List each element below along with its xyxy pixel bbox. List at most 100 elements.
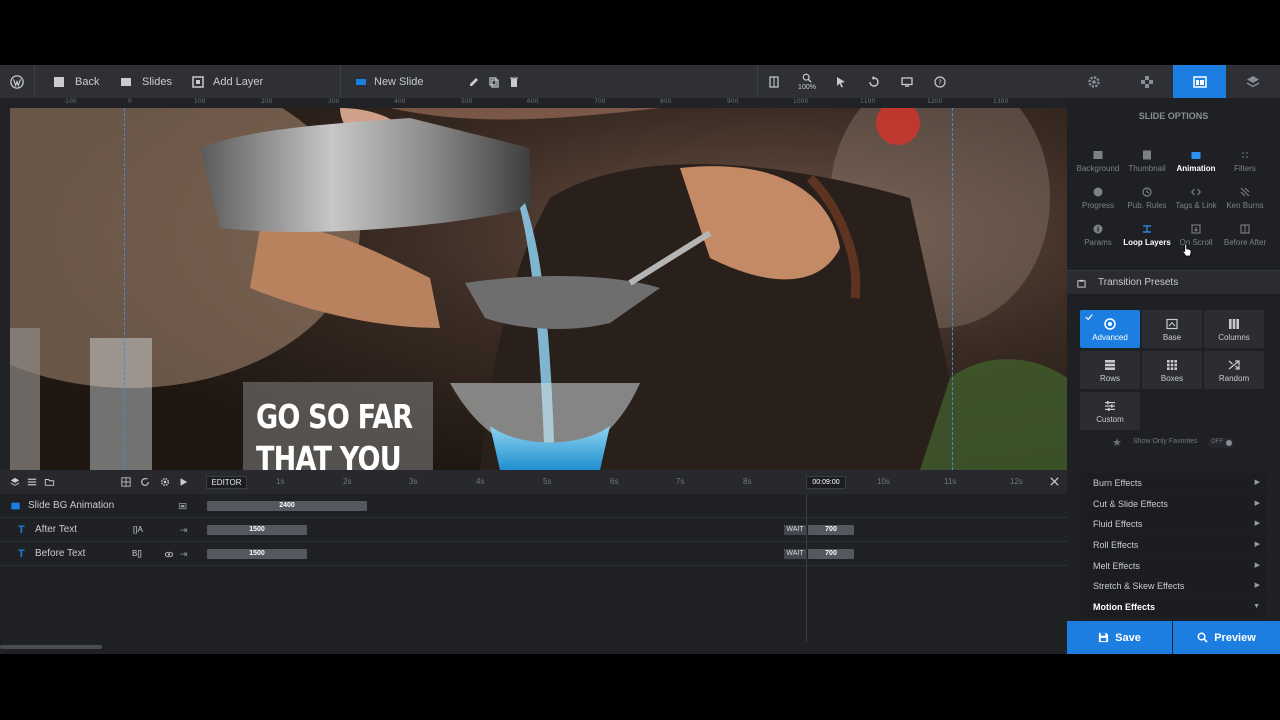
option-ken-burns[interactable]: Ken Burns (1220, 187, 1270, 210)
image-stack-icon[interactable] (178, 502, 188, 511)
zoom-level: 100% (798, 83, 816, 91)
select-tool-button[interactable] (824, 65, 858, 98)
preset-columns[interactable]: Columns (1204, 310, 1264, 348)
playhead-marker[interactable]: 00:09:00 (806, 476, 846, 489)
layer-align-badge[interactable]: []A (133, 518, 143, 542)
tab-navigation[interactable] (1120, 65, 1173, 98)
animation-bar[interactable]: 2400 (207, 501, 367, 511)
effect-category[interactable]: Burn Effects ▶ (1081, 473, 1266, 493)
expand-arrow-icon[interactable]: ⇥ (180, 542, 188, 566)
end-animation-bar[interactable]: 700 (808, 549, 854, 559)
guides-button[interactable] (758, 65, 790, 98)
preset-advanced[interactable]: Advanced (1080, 310, 1140, 348)
zoom-button[interactable]: 100% (790, 65, 824, 98)
settings-gear-icon[interactable] (160, 477, 170, 487)
list-icon[interactable] (27, 477, 37, 487)
editor-tab[interactable]: EDITOR (206, 476, 247, 489)
thumbnail-icon (1143, 150, 1151, 160)
slide-name[interactable]: New Slide (341, 65, 461, 98)
expand-arrow-icon[interactable]: ⇥ (180, 518, 188, 542)
option-tags-link[interactable]: Tags & Link (1171, 187, 1221, 210)
option-on-scroll[interactable]: On Scroll (1171, 224, 1221, 247)
effect-category[interactable]: Roll Effects ▶ (1081, 535, 1266, 555)
effect-category[interactable]: Fluid Effects ▶ (1081, 514, 1266, 534)
option-filters[interactable]: Filters (1220, 150, 1270, 173)
option-label: Ken Burns (1226, 201, 1264, 210)
layer-align-badge[interactable]: B[] (132, 542, 142, 566)
wait-badge[interactable]: WAIT (784, 549, 806, 559)
wait-badge[interactable]: WAIT (784, 525, 806, 535)
timeline-horizontal-scrollbar[interactable] (0, 645, 102, 649)
slide-canvas[interactable]: GO SO FAR THAT YOU (10, 108, 1067, 470)
option-label: Filters (1234, 164, 1256, 173)
option-animation[interactable]: Animation (1171, 150, 1221, 173)
option-thumbnail[interactable]: Thumbnail (1122, 150, 1172, 173)
effect-category[interactable]: Stretch & Skew Effects ▶ (1081, 576, 1266, 596)
transition-presets-header[interactable]: Transition Presets (1067, 270, 1280, 294)
preset-rows[interactable]: Rows (1080, 351, 1140, 389)
undo-button[interactable] (858, 65, 890, 98)
loop-icon[interactable] (140, 477, 150, 487)
time-mark: 3s (409, 477, 418, 486)
option-params[interactable]: Params (1073, 224, 1123, 247)
advanced-icon (1104, 318, 1116, 330)
text-layer-icon: T (18, 548, 25, 560)
wordpress-logo-button[interactable] (0, 65, 34, 98)
slide-icon (356, 78, 366, 85)
chevron-right-icon: ▶ (1254, 479, 1260, 486)
time-mark: 5s (543, 477, 552, 486)
align-icon[interactable] (121, 477, 131, 487)
tab-layer-options[interactable] (1226, 65, 1279, 98)
image-icon (1093, 151, 1103, 159)
preset-label: Advanced (1092, 333, 1128, 342)
preview-button[interactable]: Preview (1173, 621, 1280, 654)
close-icon[interactable] (1049, 476, 1060, 487)
tab-slide-options[interactable] (1173, 65, 1226, 98)
effect-category[interactable]: Cut & Slide Effects ▶ (1081, 494, 1266, 514)
animation-bar[interactable]: 1500 (207, 549, 307, 559)
slides-button[interactable]: Slides (118, 65, 190, 98)
help-button[interactable]: ? (924, 65, 956, 98)
preset-random[interactable]: Random (1204, 351, 1264, 389)
favorites-toggle[interactable]: OFF (1208, 438, 1234, 448)
timeline-row[interactable]: T After Text []A ⇥ 1500 WAIT 700 (0, 518, 1067, 542)
preset-label: Rows (1099, 374, 1120, 383)
save-button[interactable]: Save (1067, 621, 1172, 654)
tab-module-settings[interactable] (1067, 65, 1120, 98)
progress-icon (1093, 187, 1103, 197)
preset-custom[interactable]: Custom (1080, 392, 1140, 430)
effect-category[interactable]: Melt Effects ▶ (1081, 556, 1266, 576)
animation-icon (1191, 152, 1201, 159)
duplicate-slide-button[interactable] (484, 65, 504, 98)
timeline-panel: EDITOR 1s 2s 3s 4s 5s 6s 7s 8s 00:09:00 … (0, 470, 1067, 654)
add-layer-button[interactable]: Add Layer (190, 65, 310, 98)
timeline-row[interactable]: Slide BG Animation 2400 (0, 494, 1067, 518)
ruler-tick: 700 (594, 98, 606, 105)
back-button[interactable]: Back (35, 65, 118, 98)
option-label: Loop Layers (1123, 238, 1171, 247)
text-layer[interactable]: GO SO FAR THAT YOU (243, 382, 433, 470)
slider-editor: Back Slides Add Layer New Slide 100% ? -… (0, 0, 1280, 720)
playhead-time: 00:09:00 (812, 479, 840, 486)
timeline-row[interactable]: T Before Text B[] ⇥ 1500 WAIT 700 (0, 542, 1067, 566)
option-loop-layers[interactable]: Loop Layers (1122, 224, 1172, 247)
layers-icon[interactable] (10, 477, 20, 487)
delete-slide-button[interactable] (504, 65, 524, 98)
device-view-button[interactable] (890, 65, 924, 98)
play-icon[interactable] (179, 477, 188, 487)
edit-slide-name-button[interactable] (464, 65, 484, 98)
option-progress[interactable]: Progress (1073, 187, 1123, 210)
eye-hidden-icon[interactable] (164, 550, 174, 559)
options-panel: SLIDE OPTIONS Background Thumbnail Anima… (1067, 65, 1280, 654)
option-background[interactable]: Background (1073, 150, 1123, 173)
preset-boxes[interactable]: Boxes (1142, 351, 1202, 389)
option-pub-rules[interactable]: Pub. Rules (1122, 187, 1172, 210)
preset-base[interactable]: Base (1142, 310, 1202, 348)
effect-label: Fluid Effects (1093, 519, 1143, 529)
end-animation-bar[interactable]: 700 (808, 525, 854, 535)
animation-bar[interactable]: 1500 (207, 525, 307, 535)
folder-icon[interactable] (44, 477, 55, 487)
option-label: Background (1076, 164, 1120, 173)
effect-category[interactable]: Motion Effects ▼ (1081, 597, 1266, 617)
option-before-after[interactable]: Before After (1220, 224, 1270, 247)
